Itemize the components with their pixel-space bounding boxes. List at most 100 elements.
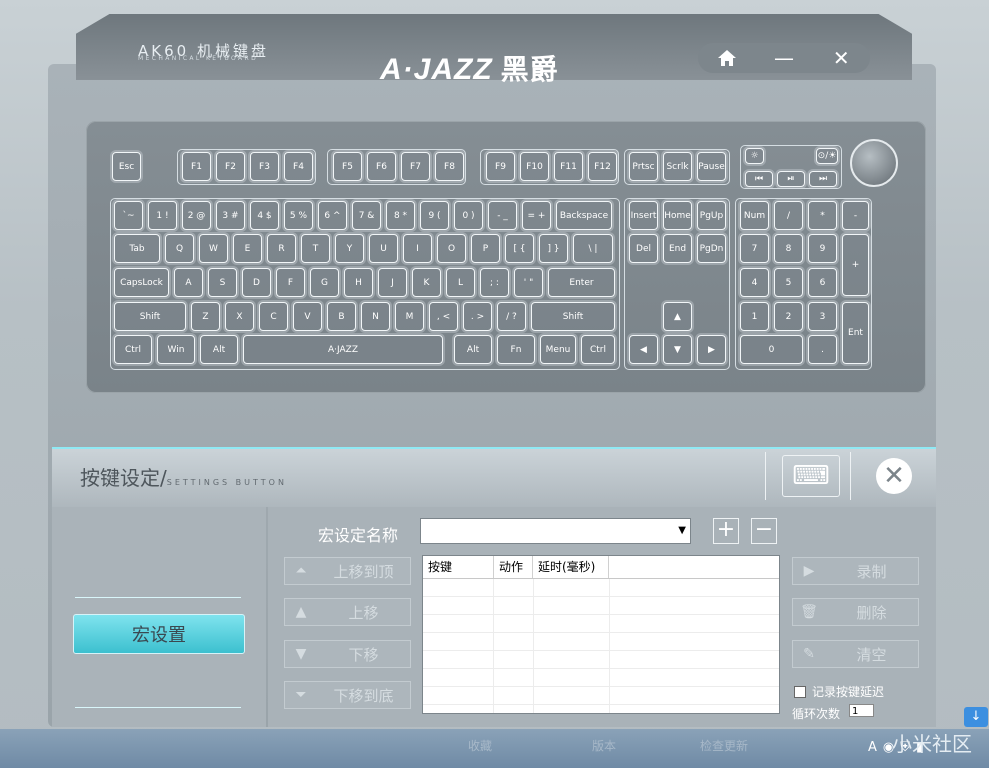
record-button[interactable]: ▶ 录制 [792,557,919,585]
keyboard-key[interactable]: 1 ! [148,201,177,230]
keyboard-key[interactable]: C [259,302,288,331]
taskbar-item[interactable]: 检查更新 [700,737,748,754]
keyboard-key[interactable]: ☼ [745,148,764,164]
delete-button[interactable]: 🗑 删除 [792,598,919,626]
keyboard-key[interactable]: A·JAZZ [243,335,443,364]
keyboard-key[interactable]: = + [522,201,551,230]
keyboard-key[interactable]: M [395,302,424,331]
keyboard-key[interactable]: ⊙/☀ [816,148,838,164]
keyboard-key[interactable]: Prtsc [629,152,658,181]
keyboard-key[interactable]: F8 [435,152,464,181]
add-macro-button[interactable]: + [713,518,739,544]
keyboard-key[interactable]: - [842,201,869,230]
minimize-button[interactable]: — [764,45,804,71]
keyboard-key[interactable]: T [301,234,330,263]
keyboard-key[interactable]: V [293,302,322,331]
keyboard-key[interactable]: F4 [284,152,313,181]
keyboard-key[interactable]: K [412,268,441,297]
volume-knob[interactable] [850,139,898,187]
keyboard-key[interactable]: , < [429,302,458,331]
macro-settings-tab[interactable]: 宏设置 [73,614,245,654]
keyboard-key[interactable]: ⏯ [777,171,805,187]
keyboard-key[interactable]: Tab [114,234,160,263]
keyboard-key[interactable]: X [225,302,254,331]
keyboard-key[interactable]: - _ [488,201,517,230]
table-row[interactable] [423,579,779,597]
keyboard-key[interactable]: ▼ [663,335,692,364]
move-down-button[interactable]: ▼ 下移 [284,640,411,668]
macro-name-select[interactable]: ▼ [420,518,691,544]
table-row[interactable] [423,633,779,651]
keyboard-key[interactable]: 1 [740,302,769,331]
keyboard-key[interactable]: Insert [629,201,658,230]
keyboard-key[interactable]: * [808,201,837,230]
keyboard-key[interactable]: F11 [554,152,583,181]
keyboard-key[interactable]: Enter [548,268,615,297]
keyboard-key[interactable]: F9 [486,152,515,181]
remove-macro-button[interactable]: − [751,518,777,544]
keyboard-key[interactable]: Win [157,335,195,364]
keyboard-key[interactable]: W [199,234,228,263]
keyboard-key[interactable]: H [344,268,373,297]
keyboard-key[interactable]: O [437,234,466,263]
keyboard-key[interactable]: [ { [505,234,534,263]
keyboard-key[interactable]: F10 [520,152,549,181]
keyboard-key[interactable]: Shift [114,302,186,331]
move-up-button[interactable]: ▲ 上移 [284,598,411,626]
keyboard-key[interactable]: 0 ) [454,201,483,230]
keyboard-key[interactable]: ⏭ [809,171,837,187]
taskbar-item[interactable]: 收藏 [468,737,492,754]
keyboard-key[interactable]: Esc [112,152,141,181]
taskbar-item[interactable]: 版本 [592,737,616,754]
keyboard-key[interactable]: . [808,335,837,364]
keyboard-key[interactable]: F [276,268,305,297]
keyboard-key[interactable]: 9 [808,234,837,263]
keyboard-key[interactable]: PgDn [697,234,726,263]
keyboard-key[interactable]: D [242,268,271,297]
keyboard-key[interactable]: + [842,234,869,296]
keyboard-key[interactable]: 6 ^ [318,201,347,230]
keyboard-key[interactable]: F1 [182,152,211,181]
keyboard-key[interactable]: 9 ( [420,201,449,230]
keyboard-key[interactable]: Scrlk [663,152,692,181]
keyboard-key[interactable]: 7 [740,234,769,263]
keyboard-key[interactable]: 8 * [386,201,415,230]
close-circle-icon[interactable]: ✕ [876,458,912,494]
table-row[interactable] [423,597,779,615]
keyboard-key[interactable]: Pause [697,152,726,181]
home-button[interactable] [707,45,747,71]
keyboard-key[interactable]: Shift [531,302,615,331]
table-row[interactable] [423,669,779,687]
keyboard-key[interactable]: / [774,201,803,230]
keyboard-key[interactable]: Del [629,234,658,263]
keyboard-key[interactable]: F3 [250,152,279,181]
keyboard-key[interactable]: 7 & [352,201,381,230]
keyboard-key[interactable]: 4 $ [250,201,279,230]
keyboard-key[interactable]: 4 [740,268,769,297]
keyboard-key[interactable]: Fn [497,335,535,364]
keyboard-key[interactable]: 6 [808,268,837,297]
keyboard-key[interactable]: 2 @ [182,201,211,230]
keyboard-key[interactable]: Menu [540,335,576,364]
record-delay-checkbox[interactable]: 记录按键延迟 [794,683,884,700]
keyboard-key[interactable]: Num [740,201,769,230]
keyboard-key[interactable]: F2 [216,152,245,181]
keyboard-key[interactable]: 3 [808,302,837,331]
keyboard-key[interactable]: Alt [454,335,492,364]
move-bottom-button[interactable]: ⏷ 下移到底 [284,681,411,709]
keyboard-key[interactable]: . > [463,302,492,331]
keyboard-key[interactable]: 8 [774,234,803,263]
keyboard-icon[interactable]: ⌨ [782,455,840,497]
keyboard-key[interactable]: S [208,268,237,297]
keyboard-key[interactable]: ⏮ [745,171,773,187]
keyboard-key[interactable]: Alt [200,335,238,364]
loop-count-input[interactable]: 1 [849,704,874,717]
keyboard-key[interactable]: ; : [480,268,509,297]
checkbox[interactable] [794,685,806,698]
keyboard-key[interactable]: ▲ [663,302,692,331]
clear-button[interactable]: ✎ 清空 [792,640,919,668]
keyboard-key[interactable]: F6 [367,152,396,181]
keyboard-key[interactable]: A [174,268,203,297]
download-icon[interactable]: ↓ [964,707,988,727]
keyboard-key[interactable]: 5 % [284,201,313,230]
